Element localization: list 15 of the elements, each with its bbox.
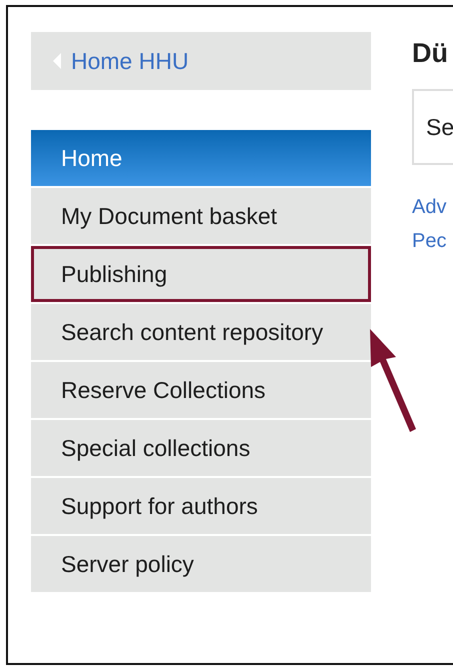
back-link[interactable]: Home HHU xyxy=(31,32,371,90)
search-field[interactable]: Se xyxy=(412,89,453,166)
content-link[interactable]: Pec xyxy=(412,224,453,258)
nav-item[interactable]: Home xyxy=(31,130,371,186)
page-heading: Dü xyxy=(412,37,449,70)
chevron-left-icon xyxy=(53,53,61,69)
nav-item[interactable]: Search content repository xyxy=(31,304,371,360)
nav-item[interactable]: My Document basket xyxy=(31,188,371,244)
nav-item[interactable]: Publishing xyxy=(31,246,371,302)
nav-item[interactable]: Reserve Collections xyxy=(31,362,371,418)
back-link-label: Home HHU xyxy=(71,46,189,76)
nav-item[interactable]: Server policy xyxy=(31,536,371,592)
nav-item[interactable]: Support for authors xyxy=(31,478,371,534)
content-link[interactable]: Adv xyxy=(412,190,453,224)
nav-item[interactable]: Special collections xyxy=(31,420,371,476)
